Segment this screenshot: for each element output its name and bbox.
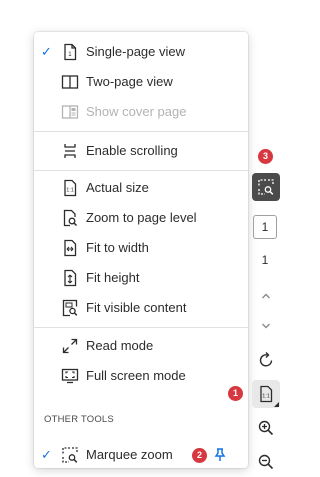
callout-badge-2: 2: [192, 448, 207, 463]
actual-size-icon: 1:1: [61, 179, 79, 197]
menu-item-zoom-to-page-level[interactable]: Zoom to page level: [34, 204, 248, 232]
menu-item-enable-scrolling[interactable]: Enable scrolling: [34, 137, 248, 165]
view-options-menu: ✓ 1 Single-page view Two-page view Show …: [34, 32, 248, 468]
menu-item-single-page-view[interactable]: ✓ 1 Single-page view: [34, 38, 248, 66]
menu-item-read-mode[interactable]: Read mode: [34, 332, 248, 360]
other-tools-heading: OTHER TOOLS: [44, 414, 114, 425]
menu-item-label: Zoom to page level: [86, 210, 197, 225]
rotate-button[interactable]: [252, 346, 280, 374]
menu-item-label: Single-page view: [86, 44, 186, 59]
page-total: 1: [261, 253, 269, 267]
menu-item-label: Marquee zoom: [86, 447, 173, 462]
checkmark-icon: ✓: [41, 44, 52, 59]
menu-item-label: Two-page view: [86, 74, 173, 89]
marquee-zoom-tool-button[interactable]: [252, 173, 280, 201]
two-page-icon: [61, 73, 79, 91]
fit-visible-icon: [61, 299, 79, 317]
scrolling-icon: [61, 142, 79, 160]
menu-item-two-page-view[interactable]: Two-page view: [34, 68, 248, 96]
menu-item-actual-size[interactable]: 1:1 Actual size: [34, 174, 248, 202]
next-page-button[interactable]: [252, 312, 280, 340]
callout-badge-3: 3: [258, 149, 273, 164]
menu-item-label: Fit to width: [86, 240, 149, 255]
zoom-in-button[interactable]: [252, 414, 280, 442]
menu-divider: [34, 327, 248, 328]
fit-height-icon: [61, 269, 79, 287]
menu-item-fit-visible-content[interactable]: Fit visible content: [34, 294, 248, 322]
zoom-out-button[interactable]: [252, 448, 280, 476]
single-page-icon: 1: [61, 43, 79, 61]
menu-divider: [34, 170, 248, 171]
svg-text:1: 1: [68, 52, 72, 58]
previous-page-button[interactable]: [252, 282, 280, 310]
page-display-button[interactable]: 1:1: [252, 380, 280, 408]
callout-badge-1: 1: [228, 386, 243, 401]
cover-page-icon: [61, 103, 79, 121]
zoom-page-icon: [61, 209, 79, 227]
pin-icon[interactable]: [214, 448, 226, 462]
menu-item-label: Actual size: [86, 180, 149, 195]
checkmark-icon: ✓: [41, 447, 52, 462]
menu-item-full-screen-mode[interactable]: Full screen mode: [34, 362, 248, 390]
menu-item-marquee-zoom[interactable]: ✓ Marquee zoom 2: [34, 441, 248, 468]
menu-item-label: Read mode: [86, 338, 154, 353]
menu-item-label: Fit visible content: [86, 300, 187, 315]
fit-width-icon: [61, 239, 79, 257]
read-mode-icon: [61, 337, 79, 355]
dropdown-corner-indicator: [274, 402, 279, 407]
menu-item-label: Fit height: [86, 270, 140, 285]
menu-item-label: Enable scrolling: [86, 143, 178, 158]
full-screen-icon: [61, 367, 79, 385]
menu-item-fit-height[interactable]: Fit height: [34, 264, 248, 292]
svg-text:1:1: 1:1: [262, 394, 270, 400]
page-number-input[interactable]: 1: [253, 215, 277, 239]
menu-item-label: Full screen mode: [86, 368, 186, 383]
menu-item-fit-to-width[interactable]: Fit to width: [34, 234, 248, 262]
menu-divider: [34, 131, 248, 132]
svg-text:1:1: 1:1: [66, 188, 74, 194]
menu-item-label: Show cover page: [86, 104, 187, 119]
marquee-zoom-icon: [61, 446, 79, 464]
menu-item-show-cover-page: Show cover page: [34, 98, 248, 126]
